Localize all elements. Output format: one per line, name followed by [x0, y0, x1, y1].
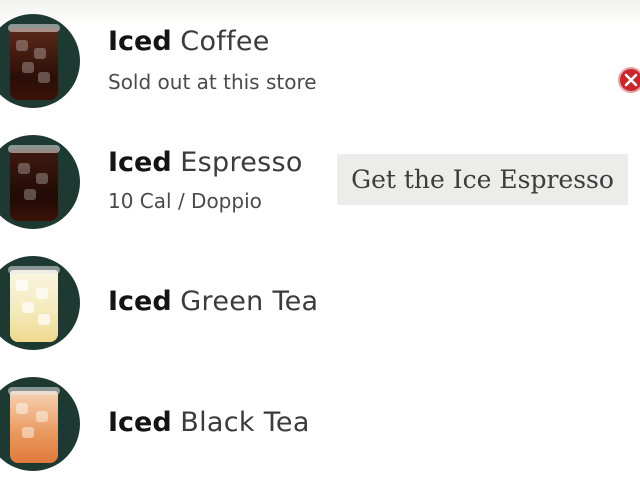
promo-banner[interactable]: Get the Ice Espresso — [337, 154, 628, 205]
item-title-rest: Black Tea — [180, 407, 310, 438]
item-title-rest: Espresso — [180, 147, 303, 178]
menu-screen: Iced Coffee Sold out at this store Iced … — [0, 0, 640, 479]
close-icon[interactable] — [618, 67, 640, 93]
item-title: Iced Black Tea — [108, 407, 310, 438]
menu-item-iced-green-tea[interactable]: Iced Green Tea — [0, 254, 640, 354]
item-title-bold: Iced — [108, 26, 172, 57]
item-title-rest: Coffee — [180, 26, 270, 57]
item-title: Iced Green Tea — [108, 286, 318, 317]
iced-black-tea-image — [0, 377, 80, 471]
item-title-bold: Iced — [108, 286, 172, 317]
espresso-cup-graphic — [8, 145, 60, 221]
item-status: Sold out at this store — [108, 70, 317, 94]
item-title-bold: Iced — [108, 407, 172, 438]
item-title: Iced Coffee — [108, 26, 270, 57]
item-title: Iced Espresso — [108, 147, 303, 178]
close-x-glyph — [624, 73, 638, 87]
iced-espresso-image — [0, 135, 80, 229]
black-tea-cup-graphic — [8, 387, 60, 463]
item-calories: 10 Cal / Doppio — [108, 189, 262, 213]
green-tea-cup-graphic — [8, 266, 60, 342]
iced-green-tea-image — [0, 256, 80, 350]
menu-item-iced-black-tea[interactable]: Iced Black Tea — [0, 375, 640, 475]
iced-coffee-image — [0, 14, 80, 108]
menu-item-iced-coffee[interactable]: Iced Coffee Sold out at this store — [0, 10, 640, 110]
item-title-bold: Iced — [108, 147, 172, 178]
item-title-rest: Green Tea — [180, 286, 319, 317]
coffee-cup-graphic — [8, 24, 60, 100]
